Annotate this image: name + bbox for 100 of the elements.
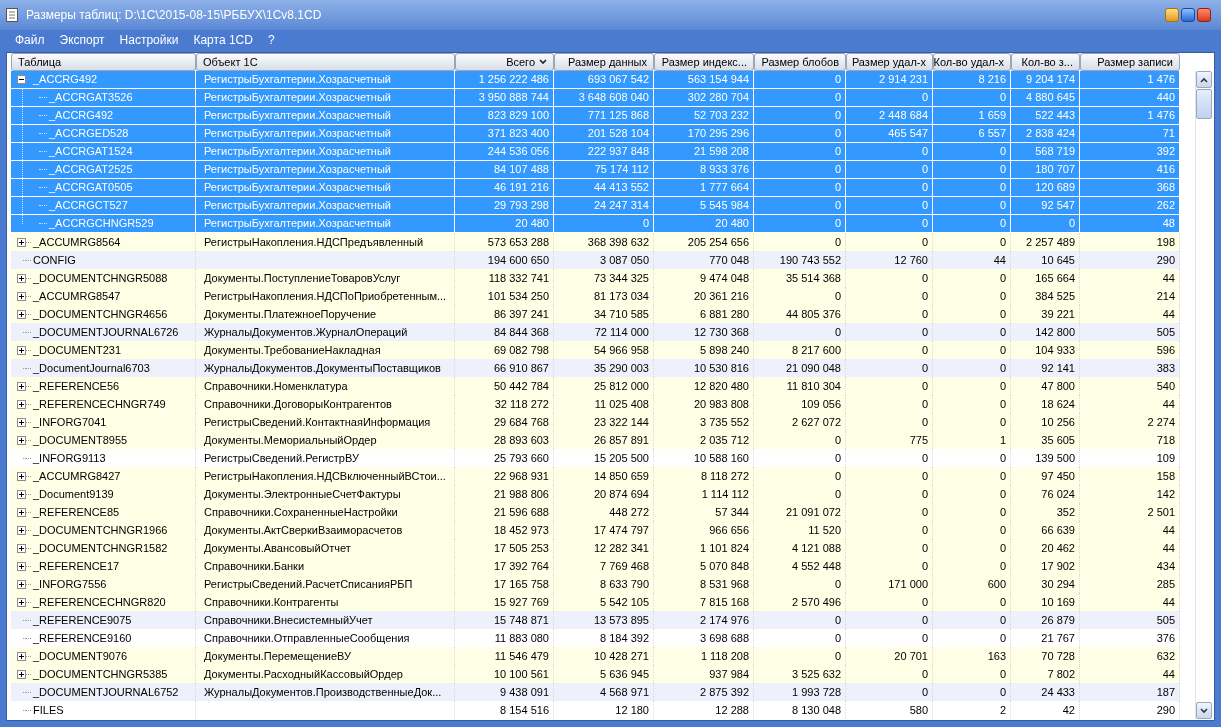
scrollbar[interactable] <box>1195 71 1212 719</box>
object-name: ЖурналыДокументов.ЖурналОпераций <box>204 324 408 340</box>
table-row[interactable]: _ACCUMRG8427 РегистрыНакопления.НДСВключенныйВСтои... 22 968 931 14 850 659 8 118 272 0 0 0 97 450 158 <box>11 467 1180 485</box>
table-cell-text: 0 <box>921 450 928 466</box>
table-cell-text: 0 <box>999 558 1006 574</box>
expand-icon[interactable] <box>17 561 26 571</box>
table-row[interactable]: _DOCUMENTCHNGR5385 Документы.РасходныйКассовыйОрдер 10 100 561 5 636 945 937 984 3 525 632 0 0 7 802 44 <box>11 665 1180 683</box>
expand-icon[interactable] <box>17 525 26 535</box>
column-header[interactable]: Размер индекс... <box>654 53 754 71</box>
collapse-icon[interactable] <box>17 75 26 84</box>
scroll-up-button[interactable] <box>1196 71 1212 88</box>
table-cell-text: 522 443 <box>1035 108 1075 124</box>
expand-icon[interactable] <box>17 237 26 247</box>
scroll-thumb[interactable] <box>1196 89 1212 119</box>
menu-item[interactable]: Экспорт <box>59 30 105 49</box>
table-cell-text: 8 184 392 <box>600 630 649 646</box>
expand-icon[interactable] <box>17 471 26 481</box>
table-cell-text: 44 <box>1162 594 1175 610</box>
table-row[interactable]: CONFIG 194 600 650 3 087 050 770 048 190 743 552 12 760 44 10 645 290 <box>11 251 1180 269</box>
table-cell-text: 0 <box>834 432 841 448</box>
table-cell-text: 12 288 <box>715 702 749 718</box>
table-cell-text: 44 <box>1162 666 1175 682</box>
expand-icon[interactable] <box>17 399 26 409</box>
table-row[interactable]: _DOCUMENT8955 Документы.МемориальныйОрдер 28 893 603 26 857 891 2 035 712 0 775 1 35 605 718 <box>11 431 1180 449</box>
expand-icon[interactable] <box>17 417 26 427</box>
table-cell-text: 0 <box>999 180 1006 196</box>
table-cell-text: 0 <box>999 306 1006 322</box>
table-cell-text: 465 547 <box>888 126 928 142</box>
table-cell-text: 0 <box>999 540 1006 556</box>
menu-item[interactable]: ? <box>267 30 275 49</box>
column-header[interactable]: Размер удал-х <box>846 53 933 71</box>
table-cell-text: 2 <box>999 702 1006 718</box>
table-row[interactable]: _REFERENCECHNGR749 Справочники.ДоговорыКонтрагентов 32 118 272 11 025 408 20 983 808 109 056 0 0 18 624 44 <box>11 395 1180 413</box>
maximize-button[interactable] <box>1181 8 1195 22</box>
expand-icon[interactable] <box>17 579 26 589</box>
menu-item[interactable]: Карта 1CD <box>193 30 253 49</box>
table-cell-text: 4 880 645 <box>1026 90 1075 106</box>
table-cell-text: 34 710 585 <box>593 306 649 322</box>
table-cell-text: 0 <box>834 126 841 142</box>
column-header[interactable]: Всего <box>455 53 554 71</box>
table-cell-text: 0 <box>834 162 841 178</box>
column-header[interactable]: Объект 1С <box>196 53 455 71</box>
table-row[interactable]: _REFERENCECHNGR820 Справочники.Контрагенты 15 927 769 5 542 105 7 815 168 2 570 496 0 0 10 169 44 <box>11 593 1180 611</box>
table-cell-text: 0 <box>921 90 928 106</box>
expand-icon[interactable] <box>17 309 26 319</box>
column-header[interactable]: Размер записи <box>1080 53 1180 71</box>
menu-item[interactable]: Настройки <box>119 30 179 49</box>
table-row[interactable]: _DOCUMENTCHNGR5088 Документы.ПоступлениеТоваровУслуг 118 332 741 73 344 325 9 474 048 35 514 368 0 0 165 664 44 <box>11 269 1180 287</box>
table-row[interactable]: _DOCUMENTCHNGR1582 Документы.АвансовыйОтчет 17 505 253 12 282 341 1 101 824 4 121 088 0 0 20 462 44 <box>11 539 1180 557</box>
table-cell-text: 0 <box>834 72 841 88</box>
table-row[interactable]: _INFORG7556 РегистрыСведений.РасчетСписанияРБП 17 165 758 8 633 790 8 531 968 0 171 000 600 30 294 285 <box>11 575 1180 593</box>
table-row[interactable]: _DOCUMENTCHNGR4656 Документы.ПлатежноеПоручение 86 397 241 34 710 585 6 881 280 44 805 376 0 0 39 221 44 <box>11 305 1180 323</box>
table-row[interactable]: _ACCUMRG8547 РегистрыНакопления.НДСПоПриобретенным... 101 534 250 81 173 034 20 361 216 0 0 0 384 525 214 <box>11 287 1180 305</box>
expand-icon[interactable] <box>17 507 26 517</box>
close-button[interactable] <box>1197 8 1211 22</box>
table-row[interactable]: _Document9139 Документы.ЭлектронныеСчетФактуры 21 988 806 20 874 694 1 114 112 0 0 0 76 024 142 <box>11 485 1180 503</box>
table-row[interactable]: _REFERENCE17 Справочники.Банки 17 392 764 7 769 468 5 070 848 4 552 448 0 0 17 902 434 <box>11 557 1180 575</box>
expand-icon[interactable] <box>17 489 26 499</box>
expand-icon[interactable] <box>17 345 26 355</box>
table-row[interactable]: _REFERENCE9075 Справочники.ВнесистемныйУчет 15 748 871 13 573 895 2 174 976 0 0 0 26 879 505 <box>11 611 1180 629</box>
minimize-button[interactable] <box>1165 8 1179 22</box>
table-row[interactable]: _INFORG7041 РегистрыСведений.КонтактнаяИнформация 29 684 768 23 322 144 3 735 552 2 627 072 0 0 10 256 2 274 <box>11 413 1180 431</box>
scroll-down-button[interactable] <box>1196 702 1212 719</box>
table-row[interactable]: _DocumentJournal6703 ЖурналыДокументов.ДокументыПоставщиков 66 910 867 35 290 003 10 530 816 21 090 048 0 0 92 141 383 <box>11 359 1180 377</box>
table-row[interactable]: _REFERENCE85 Справочники.СохраненныеНастройки 21 596 688 448 272 57 344 21 091 072 0 0 352 2 501 <box>11 503 1180 521</box>
table-cell-text: 448 272 <box>609 504 649 520</box>
table-row[interactable]: _REFERENCE56 Справочники.Номенклатура 50 442 784 25 812 000 12 820 480 11 810 304 0 0 47 800 540 <box>11 377 1180 395</box>
table-cell-text: 8 531 968 <box>700 576 749 592</box>
expand-icon[interactable] <box>17 273 26 283</box>
expand-icon[interactable] <box>17 651 26 661</box>
object-name: Документы.АктСверкиВзаиморасчетов <box>204 522 403 538</box>
table-row[interactable]: _DOCUMENTCHNGR1966 Документы.АктСверкиВзаиморасчетов 18 452 973 17 474 797 966 656 11 520 0 0 66 639 44 <box>11 521 1180 539</box>
table-row[interactable]: _DOCUMENTJOURNAL6752 ЖурналыДокументов.ПроизводственныеДок... 9 438 091 4 568 971 2 875 392 1 993 728 0 0 24 433 187 <box>11 683 1180 701</box>
expand-icon[interactable] <box>17 669 26 679</box>
table-cell-text: 573 653 288 <box>487 234 549 250</box>
table-cell-text: 1 659 <box>978 108 1006 124</box>
table-name: _INFORG7556 <box>33 576 107 592</box>
column-header[interactable]: Таблица <box>11 53 196 71</box>
menu-item[interactable]: Файл <box>15 30 45 49</box>
table-cell-text: 3 950 888 744 <box>478 90 549 106</box>
expand-icon[interactable] <box>17 543 26 553</box>
table-cell-text: 11 546 479 <box>494 648 549 664</box>
column-header[interactable]: Размер данных <box>554 53 654 71</box>
column-header[interactable]: Кол-во удал-х <box>933 53 1011 71</box>
table-row[interactable]: _DOCUMENT9076 Документы.ПеремещениеВУ 11 546 479 10 428 271 1 118 208 0 20 701 163 70 728 632 <box>11 647 1180 665</box>
expand-icon[interactable] <box>17 381 26 391</box>
table-row[interactable]: _DOCUMENT231 Документы.ТребованиеНакладная 69 082 798 54 966 958 5 898 240 8 217 600 0 0 104 933 596 <box>11 341 1180 359</box>
expand-icon[interactable] <box>17 291 26 301</box>
expand-icon[interactable] <box>17 597 26 607</box>
table-row[interactable]: _DOCUMENTJOURNAL6726 ЖурналыДокументов.ЖурналОпераций 84 844 368 72 114 000 12 730 368 0 0 0 142 800 505 <box>11 323 1180 341</box>
column-header[interactable]: Размер блобов <box>754 53 846 71</box>
table-cell-text: 0 <box>921 306 928 322</box>
table-name: _ACCUMRG8564 <box>33 234 121 250</box>
column-header[interactable]: Кол-во з... <box>1011 53 1080 71</box>
table-name: _DocumentJournal6703 <box>33 360 150 376</box>
table-cell-text: 7 802 <box>1047 666 1075 682</box>
table-cell-text: 3 735 552 <box>700 414 749 430</box>
table-row[interactable]: _ACCUMRG8564 РегистрыНакопления.НДСПредъявленный 573 653 288 368 398 632 205 254 656 0 0 0 2 257 489 198 <box>11 233 1180 251</box>
table-cell-text: 1 476 <box>1147 72 1175 88</box>
expand-icon[interactable] <box>17 435 26 445</box>
